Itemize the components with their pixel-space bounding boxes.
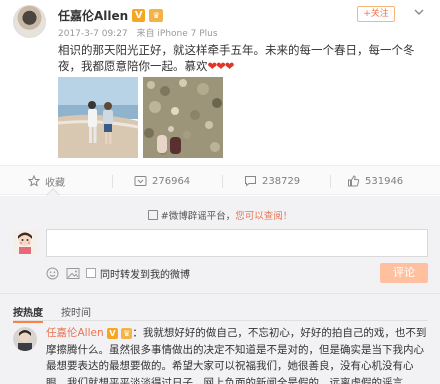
post-timestamp[interactable]: 2017-3-7 09:27 [58,29,128,39]
submit-comment-button[interactable]: 评论 [380,263,428,283]
author-avatar[interactable] [13,5,46,38]
favorite-label: 收藏 [45,177,65,189]
verified-badge-icon[interactable]: V [106,328,118,339]
post-text: 相识的那天阳光正好，就这样牵手五年。未来的每一个春日，每一个冬夜，我都愿意陪你一… [58,42,430,74]
reply-text-content: ：我就想好好的做自己，不忘初心，好好的拍自己的戏，也不到摩擦腾什么。虽然很多事情… [46,327,427,384]
post-photo-beach[interactable] [58,77,138,158]
member-badge-icon[interactable]: ♛ [149,8,164,22]
action-divider [222,175,223,188]
also-repost-label: 同时转发到我的微博 [100,270,190,281]
post-photo-pebbles[interactable] [143,77,223,158]
like-button[interactable]: 531946 [347,166,403,196]
rumor-notice: #微博辟谣平台，您可以查阅！ [0,208,440,222]
favorite-button[interactable]: 收藏 [28,166,65,196]
like-count: 531946 [365,175,404,187]
reply-author-name[interactable]: 任嘉伦Allen [46,327,104,339]
follow-button[interactable]: +关注 [357,6,395,22]
member-badge-icon[interactable]: ♛ [121,328,133,339]
notice-link[interactable]: 您可以查阅！ [235,211,292,222]
comment-input[interactable] [46,229,428,257]
repost-button[interactable]: 276964 [134,166,190,196]
comment-button[interactable]: 238729 [244,166,300,196]
notice-text: #微博辟谣平台， [160,211,236,222]
repost-icon [134,176,147,186]
emoji-icon[interactable] [46,267,59,280]
comment-count: 238729 [262,175,301,187]
commenter-avatar[interactable] [13,230,37,254]
action-divider [112,175,113,188]
comment-area: #微博辟谣平台，您可以查阅！ 同时转发到我的微博 评论 按热度 按时间 任嘉伦A… [0,187,440,384]
comment-icon [245,176,256,187]
post-meta: 2017-3-7 09:27 来自 iPhone 7 Plus [58,26,218,39]
action-divider [330,175,331,188]
author-row: 任嘉伦Allen V ♛ [58,7,164,24]
top-reply: 任嘉伦Allen V ♛ ：我就想好好的做自己，不忘初心，好好的拍自己的戏，也不到… [46,325,434,384]
post-action-bar: 收藏 276964 238729 531946 [0,165,440,195]
tabs-rule [13,320,428,321]
chevron-down-icon[interactable] [414,8,424,16]
post-header: 任嘉伦Allen V ♛ 2017-3-7 09:27 来自 iPhone 7 … [0,0,440,40]
reply-author-avatar[interactable] [13,327,37,351]
heart-emoji-icons: ❤❤❤ [207,59,235,73]
verified-badge-icon[interactable]: V [132,8,146,22]
repost-count: 276964 [152,175,191,187]
star-icon [28,175,40,187]
thumbs-up-icon [348,175,360,187]
also-repost-checkbox[interactable] [86,268,96,278]
post-source: 来自 iPhone 7 Plus [136,29,218,39]
image-icon[interactable] [66,267,80,280]
author-name[interactable]: 任嘉伦Allen [58,7,128,24]
info-icon [147,210,158,220]
post-text-content: 相识的那天阳光正好，就这样牵手五年。未来的每一个春日，每一个冬夜，我都愿意陪你一… [58,43,415,73]
comment-divider [0,293,440,294]
